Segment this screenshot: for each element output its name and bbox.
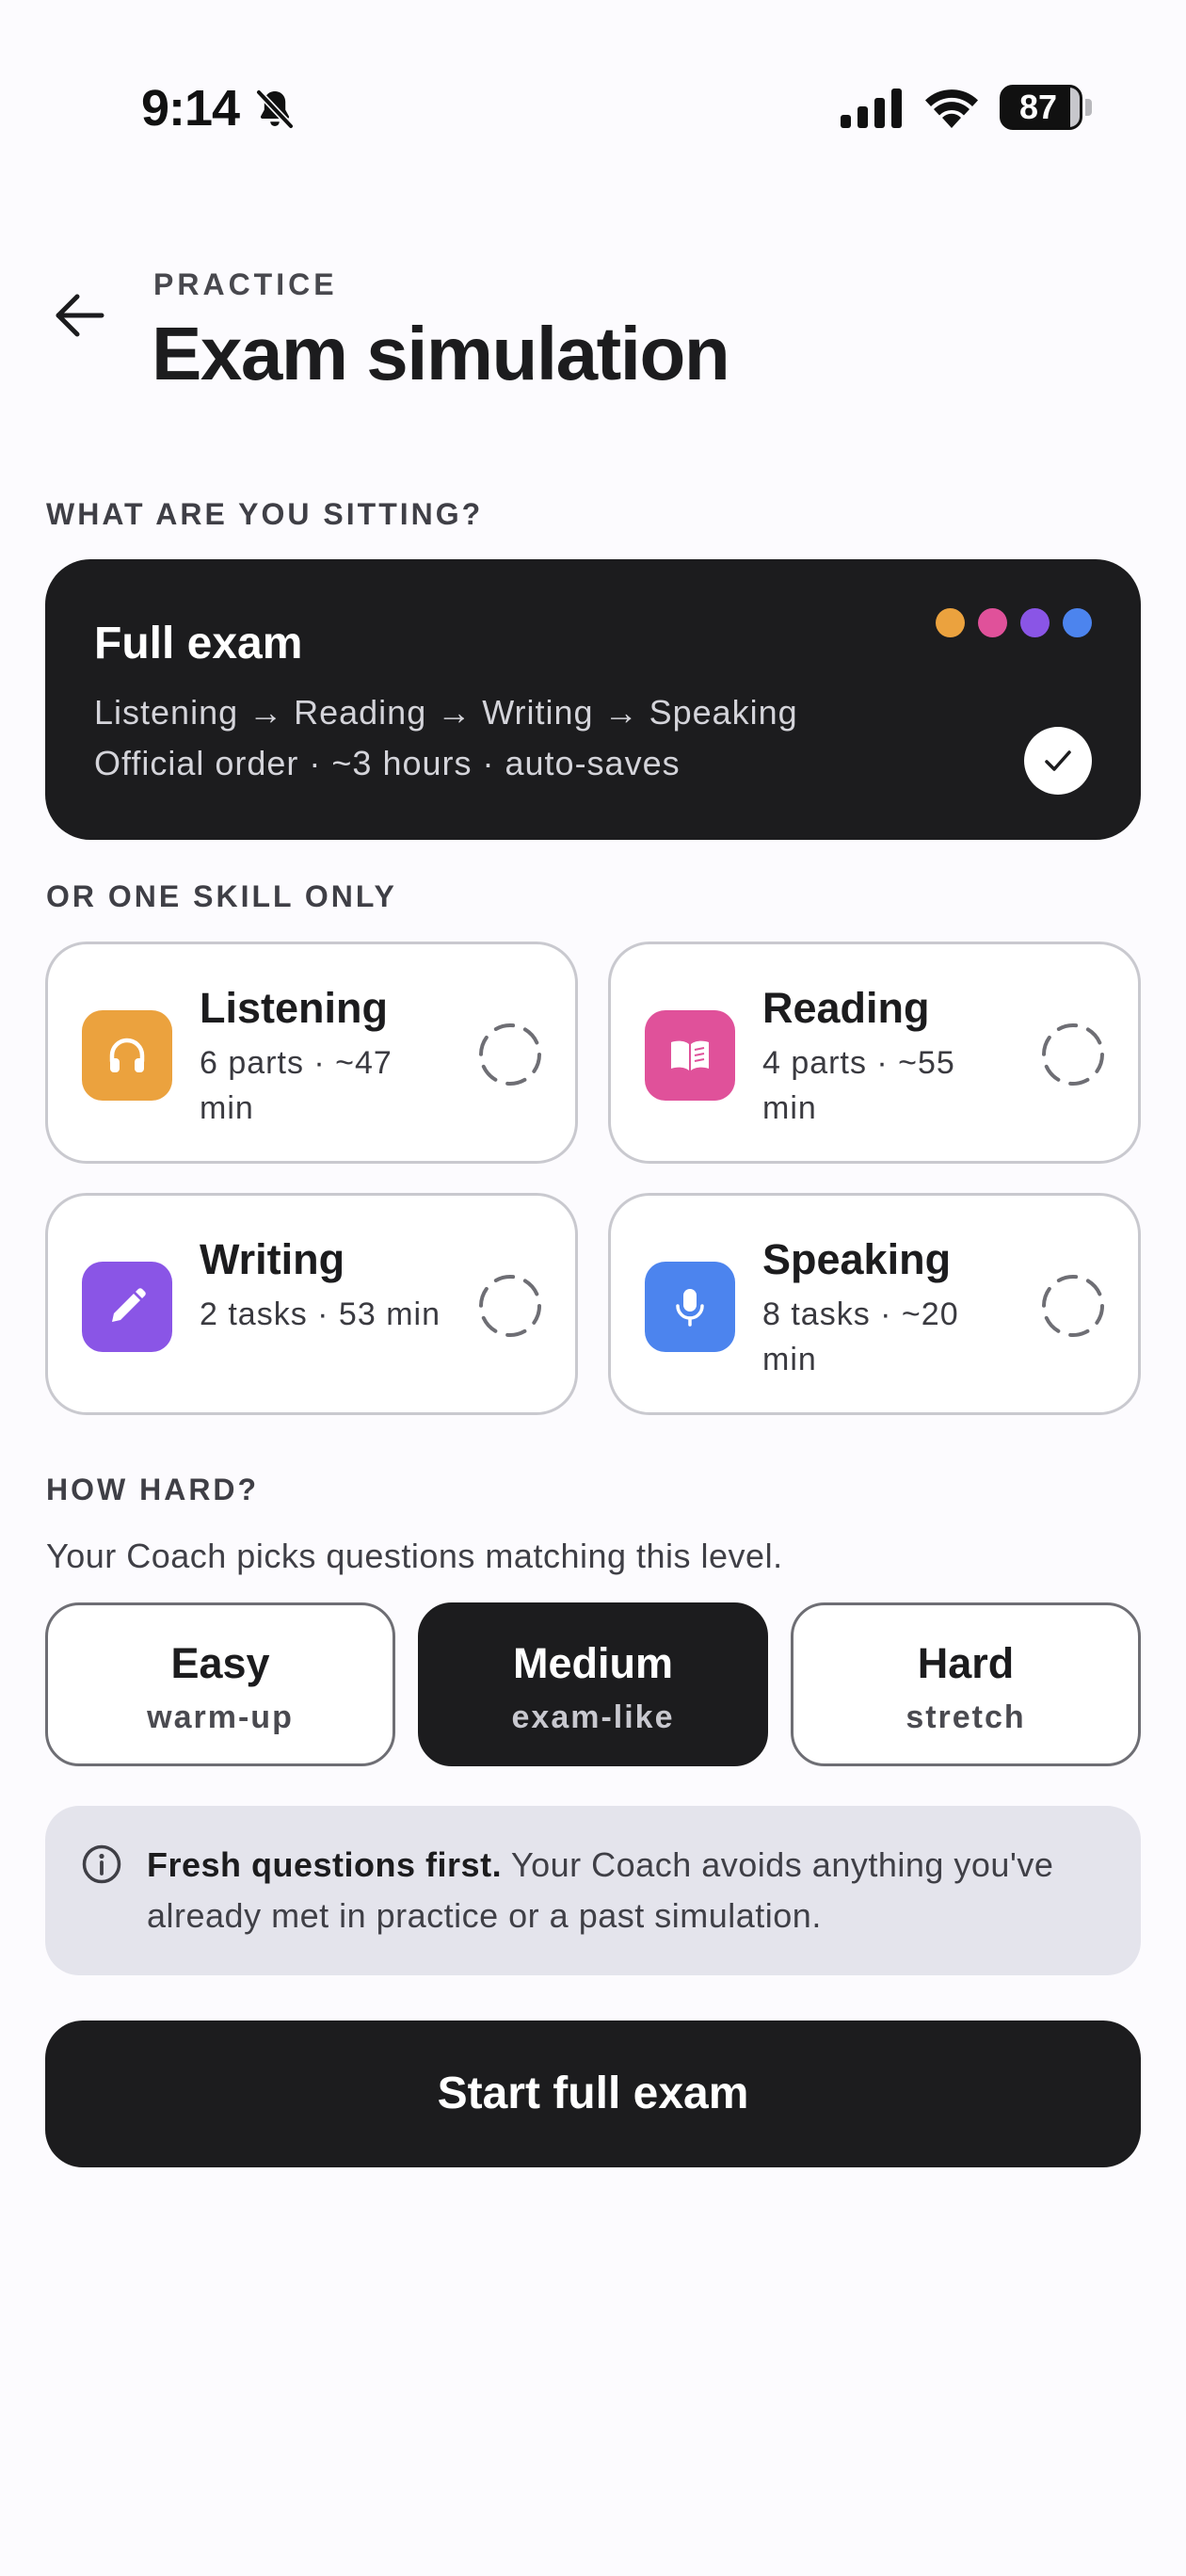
skill-meta: 8 tasks · ~20 min [762,1296,959,1377]
wifi-icon [925,89,978,128]
battery-icon: 87 [1000,85,1082,130]
difficulty-easy-button[interactable]: Easy warm-up [45,1602,395,1766]
full-exam-details: Official order · ~3 hours · auto-saves [94,744,681,782]
difficulty-sub: warm-up [147,1699,294,1735]
reading-dot [978,608,1007,637]
difficulty-section-label: HOW HARD? [46,1473,260,1506]
skill-name: Listening [200,984,388,1032]
skill-name: Writing [200,1235,345,1283]
skill-icon-tile [645,1010,735,1101]
back-arrow-icon[interactable] [47,282,113,348]
battery-cap [1085,99,1092,116]
skill-name: Reading [762,984,930,1032]
status-bar: 9:14 87 [0,0,1186,217]
writing-dot [1020,608,1050,637]
pencil-icon [112,1288,146,1322]
progress-ring-icon [1042,1023,1104,1086]
microphone-icon [676,1289,704,1327]
difficulty-hint: Your Coach picks questions matching this… [46,1537,783,1575]
selected-check-icon [1024,727,1092,795]
skill-name: Speaking [762,1235,952,1283]
progress-ring-icon [479,1275,541,1337]
difficulty-sub: exam-like [511,1699,675,1735]
speaking-dot [1063,608,1092,637]
difficulty-medium-button[interactable]: Medium exam-like [418,1602,768,1766]
start-exam-button[interactable]: Start full exam [45,2021,1141,2167]
cellular-signal-icon [841,89,902,128]
battery-percentage: 87 [1018,88,1058,126]
skill-section-label: OR ONE SKILL ONLY [46,879,397,913]
difficulty-sub: stretch [906,1699,1026,1735]
full-exam-sequence: Listening → Reading → Writing → Speaking [94,693,798,732]
bell-slash-icon [255,89,295,130]
difficulty-label: Medium [512,1639,673,1687]
headphones-icon [109,1038,145,1072]
page-title: Exam simulation [152,312,730,395]
full-exam-title: Full exam [94,619,303,668]
progress-ring-icon [479,1023,541,1086]
skill-card-writing[interactable]: Writing 2 tasks · 53 min [45,1193,578,1415]
info-text: Fresh questions first. Your Coach avoids… [147,1840,1098,1941]
page-eyebrow: PRACTICE [153,267,338,301]
full-exam-card[interactable]: Full exam Listening → Reading → Writing … [45,559,1141,840]
skill-card-listening[interactable]: Listening 6 parts · ~47 min [45,942,578,1164]
difficulty-label: Easy [170,1639,270,1687]
info-callout: Fresh questions first. Your Coach avoids… [45,1806,1141,1975]
skill-meta: 6 parts · ~47 min [200,1045,393,1126]
skill-meta: 2 tasks · 53 min [200,1296,441,1332]
skill-card-speaking[interactable]: Speaking 8 tasks · ~20 min [608,1193,1141,1415]
progress-ring-icon [1042,1275,1104,1337]
difficulty-label: Hard [917,1639,1015,1687]
skill-icon-tile [645,1262,735,1352]
skill-meta: 4 parts · ~55 min [762,1045,955,1126]
info-icon [82,1844,121,1884]
status-time: 9:14 [141,80,240,137]
listening-dot [936,608,965,637]
info-bold: Fresh questions first. [147,1845,503,1884]
battery-indicator: 87 [1000,85,1092,130]
book-icon [671,1040,709,1071]
skill-icon-tile [82,1010,172,1101]
skill-icon-tile [82,1262,172,1352]
skill-card-reading[interactable]: Reading 4 parts · ~55 min [608,942,1141,1164]
difficulty-hard-button[interactable]: Hard stretch [791,1602,1141,1766]
skill-color-dots [936,608,1092,637]
sitting-section-label: WHAT ARE YOU SITTING? [46,497,484,531]
